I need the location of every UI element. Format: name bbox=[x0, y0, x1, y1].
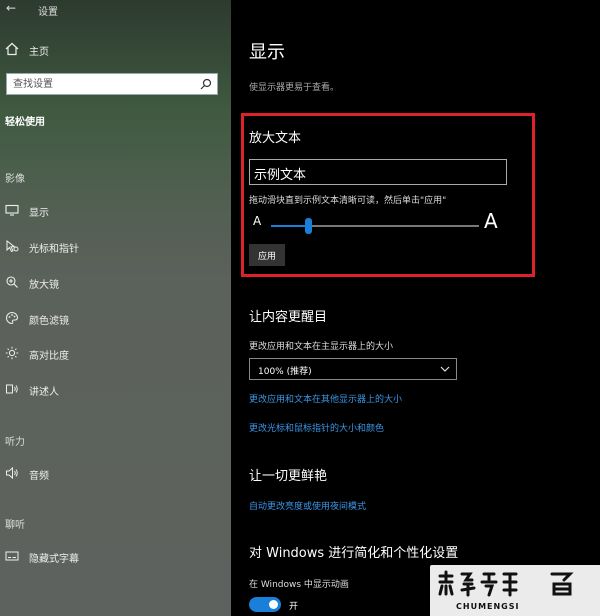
text-size-slider[interactable] bbox=[271, 218, 479, 234]
link-cursor-size[interactable]: 更改光标和鼠标指针的大小和颜色 bbox=[249, 421, 384, 434]
slider-thumb[interactable] bbox=[305, 218, 312, 234]
sidebar-item-label: 高对比度 bbox=[29, 351, 69, 362]
main-content: 显示 使显示器更易于查看。 放大文本 示例文本 拖动滑块直到示例文本清晰可读，然… bbox=[231, 0, 600, 616]
apply-button[interactable]: 应用 bbox=[249, 244, 285, 266]
sidebar-item-label: 颜色滤镜 bbox=[29, 316, 69, 327]
sidebar-item-label: 主页 bbox=[29, 47, 49, 58]
sidebar-item-audio[interactable]: 音频 bbox=[0, 462, 231, 484]
sidebar-item-label: 讲述人 bbox=[29, 387, 59, 398]
narrator-icon bbox=[6, 384, 18, 394]
sidebar-item-home[interactable]: 主页 bbox=[0, 38, 231, 60]
sidebar-item-label: 隐藏式字幕 bbox=[29, 554, 79, 565]
watermark: CHUMENGSI bbox=[430, 565, 600, 616]
sidebar-item-label: 音频 bbox=[29, 471, 49, 482]
sidebar-item-cursor[interactable]: 光标和指针 bbox=[0, 235, 231, 257]
watermark-logo bbox=[438, 570, 574, 597]
sidebar-item-label: 放大镜 bbox=[29, 280, 59, 291]
palette-icon bbox=[6, 311, 19, 325]
bigger-heading: 让内容更醒目 bbox=[249, 310, 328, 325]
dropdown-value: 100% (推荐) bbox=[258, 367, 312, 377]
toggle-knob bbox=[269, 600, 278, 609]
sidebar-item-label: 显示 bbox=[29, 208, 49, 219]
size-label: 更改应用和文本在主显示器上的大小 bbox=[249, 342, 394, 352]
brighter-heading: 让一切更鲜艳 bbox=[249, 469, 328, 484]
sun-icon bbox=[5, 346, 19, 360]
sidebar-item-captions[interactable]: 隐藏式字幕 bbox=[0, 545, 231, 567]
slider-min-label: A bbox=[253, 214, 262, 228]
section-label-vision: 影像 bbox=[5, 174, 25, 185]
sample-text: 示例文本 bbox=[254, 168, 307, 183]
animation-label: 在 Windows 中显示动画 bbox=[249, 580, 349, 590]
monitor-icon bbox=[5, 204, 19, 216]
sidebar-item-magnifier[interactable]: 放大镜 bbox=[0, 271, 231, 293]
cursor-icon bbox=[6, 239, 19, 253]
search-box[interactable] bbox=[6, 73, 218, 95]
sidebar: ← 设置 主页 轻松使用 影像 显示 光标和指针 bbox=[0, 0, 231, 616]
magnifier-icon bbox=[6, 276, 18, 288]
slider-fill bbox=[271, 225, 308, 227]
page-description: 使显示器更易于查看。 bbox=[249, 83, 340, 93]
window-title: 设置 bbox=[38, 7, 58, 18]
sidebar-item-narrator[interactable]: 讲述人 bbox=[0, 378, 231, 400]
chevron-down-icon bbox=[440, 366, 450, 372]
animation-toggle[interactable] bbox=[249, 597, 281, 612]
link-night-light[interactable]: 自动更改亮度或使用夜间模式 bbox=[249, 499, 366, 512]
sidebar-item-label: 光标和指针 bbox=[29, 244, 79, 255]
link-other-displays[interactable]: 更改应用和文本在其他显示器上的大小 bbox=[249, 392, 402, 405]
back-arrow-icon[interactable]: ← bbox=[6, 1, 16, 15]
sidebar-item-display[interactable]: 显示 bbox=[0, 199, 231, 221]
home-icon bbox=[5, 42, 19, 56]
sidebar-item-high-contrast[interactable]: 高对比度 bbox=[0, 342, 231, 364]
sample-text-box: 示例文本 bbox=[249, 159, 507, 185]
enlarge-text-heading: 放大文本 bbox=[249, 131, 302, 146]
page-title: 显示 bbox=[249, 42, 285, 63]
title-bar: ← 设置 bbox=[0, 0, 231, 20]
simplify-heading: 对 Windows 进行简化和个性化设置 bbox=[249, 546, 459, 561]
search-icon[interactable] bbox=[200, 78, 212, 90]
search-input[interactable] bbox=[7, 74, 197, 94]
speaker-icon bbox=[6, 466, 18, 480]
captions-icon bbox=[5, 551, 19, 561]
watermark-text: CHUMENGSI bbox=[456, 602, 520, 611]
category-heading: 轻松使用 bbox=[5, 117, 45, 128]
toggle-state-label: 开 bbox=[289, 602, 299, 612]
slider-max-label: A bbox=[484, 209, 498, 233]
sidebar-item-color-filters[interactable]: 颜色滤镜 bbox=[0, 307, 231, 329]
section-label-hearing: 听力 bbox=[5, 437, 25, 448]
scale-dropdown[interactable]: 100% (推荐) bbox=[249, 358, 457, 380]
section-label-interaction: 聊听 bbox=[5, 520, 25, 531]
slider-hint: 拖动滑块直到示例文本清晰可读，然后单击"应用" bbox=[249, 196, 447, 206]
